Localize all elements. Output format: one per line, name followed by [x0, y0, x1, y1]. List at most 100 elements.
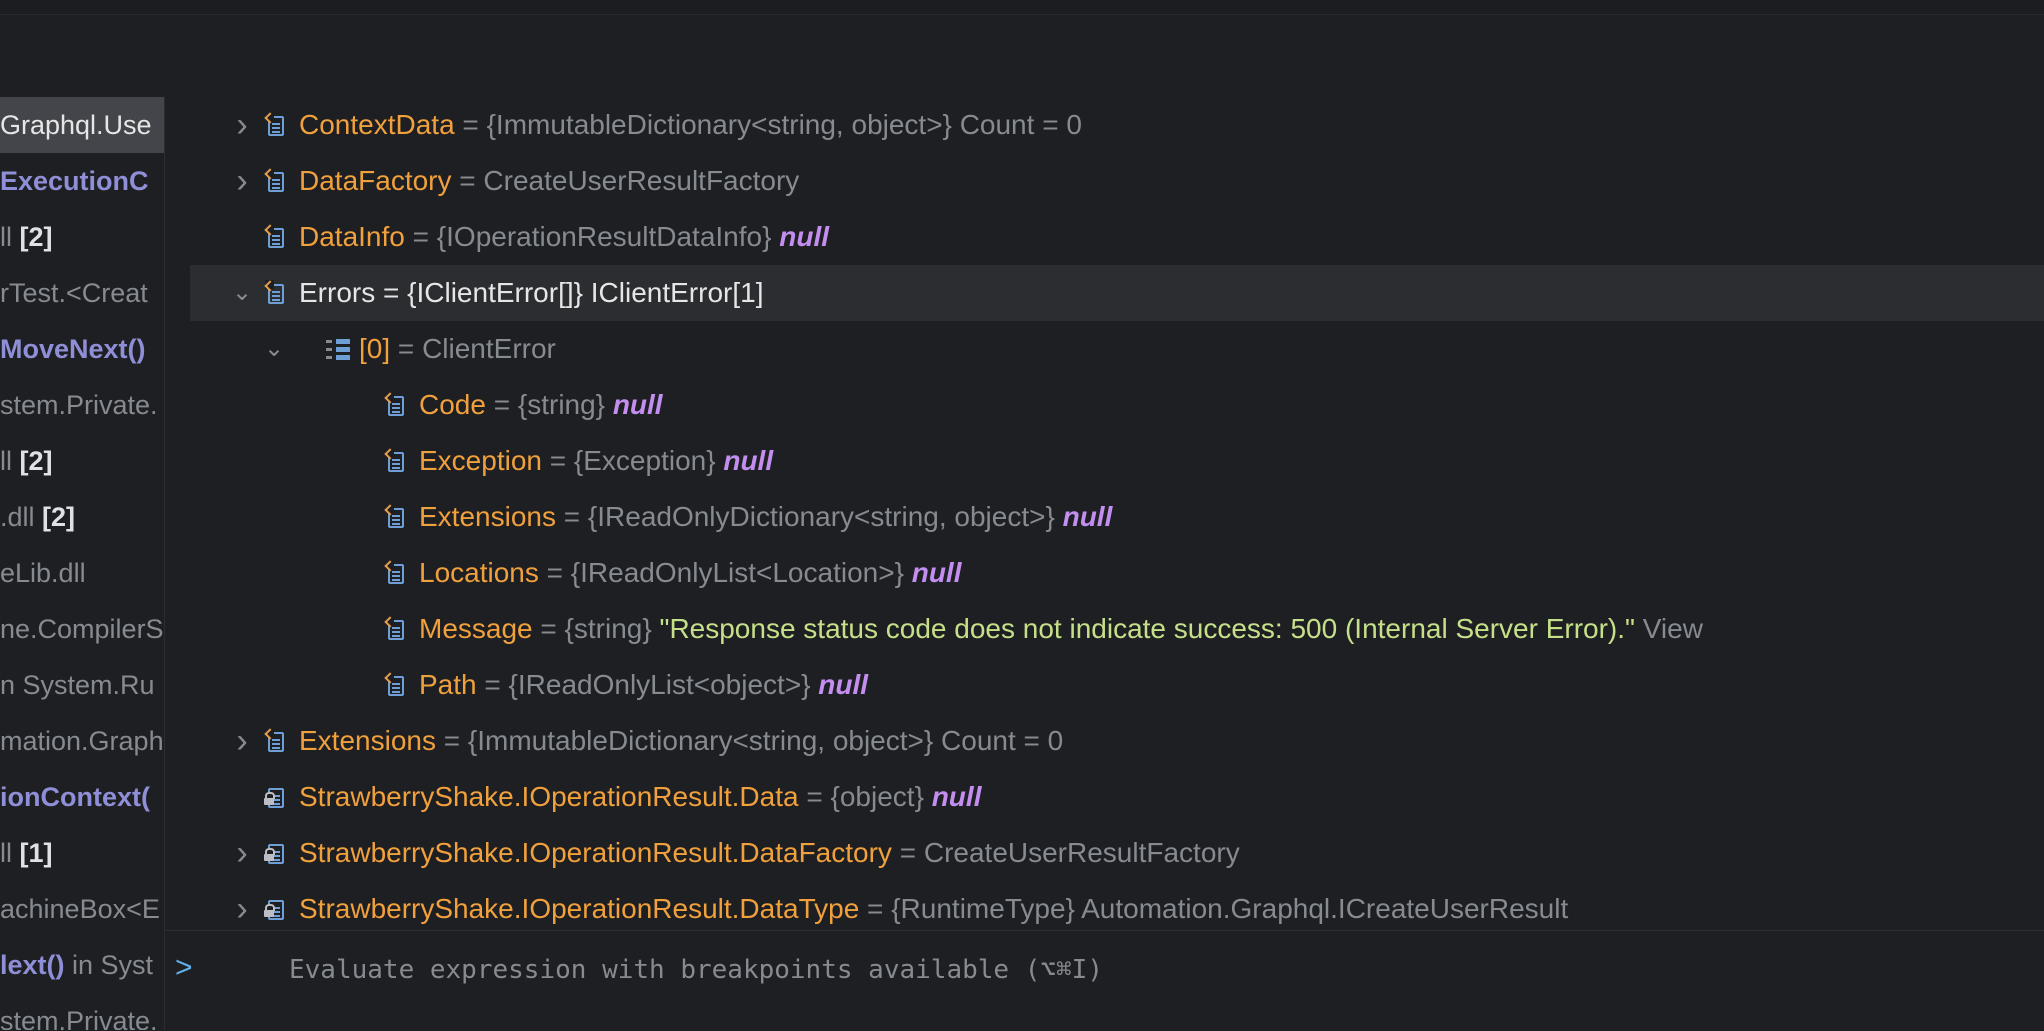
frame-text: .dll	[0, 502, 43, 532]
chevron-right-icon	[230, 209, 254, 265]
frame-method: [2]	[42, 502, 76, 532]
chevron-right-icon[interactable]: ›	[230, 881, 254, 930]
variable-row[interactable]: › StrawberryShake.IOperationResult.DataTy…	[165, 881, 2044, 930]
variable-row[interactable]: StrawberryShake.IOperationResult.Data = …	[165, 769, 2044, 825]
chevron-down-icon[interactable]: ⌄	[262, 321, 286, 377]
private-field-icon	[264, 898, 288, 922]
variable-equals: =	[798, 781, 831, 812]
variable-text: ContextData = {ImmutableDictionary<strin…	[299, 97, 1082, 153]
variables-panel: › ContextData = {ImmutableDictionary<stri…	[165, 97, 2044, 930]
frame-method: MoveNext	[0, 334, 128, 364]
frame-text: ll	[0, 222, 20, 252]
chevron-right-icon[interactable]: ›	[230, 153, 254, 209]
frame-item[interactable]: ExecutionC	[0, 153, 149, 209]
variable-row[interactable]: DataInfo = {IOperationResultDataInfo} nu…	[165, 209, 2044, 265]
field-icon	[265, 168, 288, 194]
variable-equals: =	[451, 165, 484, 196]
variable-name: StrawberryShake.IOperationResult.Data	[299, 781, 799, 812]
variable-name: Locations	[419, 557, 539, 588]
variable-name: Extensions	[419, 501, 556, 532]
variable-value: null	[779, 221, 829, 252]
field-icon	[265, 280, 288, 306]
frame-text: rTest.<Creat	[0, 278, 148, 308]
frame-item[interactable]: MoveNext()	[0, 321, 146, 377]
variable-text: Message = {string} "Response status code…	[419, 601, 1703, 657]
frame-item[interactable]: ne.CompilerS	[0, 601, 164, 657]
variable-row[interactable]: Path = {IReadOnlyList<object>} null	[165, 657, 2044, 713]
frame-item[interactable]: ll [1]	[0, 825, 53, 881]
variable-row[interactable]: Message = {string} "Response status code…	[165, 601, 2044, 657]
variable-type: {object}	[830, 781, 932, 812]
frame-item[interactable]: achineBox<E	[0, 881, 160, 937]
chevron-right-icon[interactable]: ›	[230, 97, 254, 153]
variable-row[interactable]: Extensions = {IReadOnlyDictionary<string…	[165, 489, 2044, 545]
variable-value: null	[1062, 501, 1113, 532]
variable-row[interactable]: Locations = {IReadOnlyList<Location>} nu…	[165, 545, 2044, 601]
variable-equals: =	[476, 669, 509, 700]
variable-equals: =	[555, 501, 588, 532]
private-field-icon	[264, 786, 288, 810]
evaluate-expression-input[interactable]	[287, 947, 1991, 993]
frame-method: ionContext(	[0, 782, 150, 812]
field-icon	[265, 224, 288, 250]
variable-type: {IReadOnlyList<object>}	[508, 669, 819, 700]
variable-text: Extensions = {ImmutableDictionary<string…	[299, 713, 1063, 769]
frame-item[interactable]: eLib.dll	[0, 545, 86, 601]
variable-text: Path = {IReadOnlyList<object>} null	[419, 657, 868, 713]
chevron-right-icon	[230, 769, 254, 825]
frame-item[interactable]: stem.Private.	[0, 993, 158, 1030]
variable-equals: =	[891, 837, 924, 868]
variable-text: Locations = {IReadOnlyList<Location>} nu…	[419, 545, 961, 601]
frame-item[interactable]: Graphql.Use	[0, 97, 164, 153]
frame-item[interactable]: n System.Ru	[0, 657, 155, 713]
variable-type: {IReadOnlyList<Location>}	[570, 557, 912, 588]
variable-row[interactable]: › ContextData = {ImmutableDictionary<stri…	[165, 97, 2044, 153]
variable-row[interactable]: › Extensions = {ImmutableDictionary<strin…	[165, 713, 2044, 769]
variable-text: DataInfo = {IOperationResultDataInfo} nu…	[299, 209, 829, 265]
variable-equals: =	[454, 109, 487, 140]
chevron-right-icon[interactable]: ›	[230, 713, 254, 769]
variable-equals: =	[538, 557, 571, 588]
variable-name: Exception	[419, 445, 542, 476]
frame-item[interactable]: ionContext(	[0, 769, 150, 825]
variable-row[interactable]: ⌄ Errors = {IClientError[]} IClientError[…	[190, 265, 2044, 321]
frame-item[interactable]: lext() in Syst	[0, 937, 153, 993]
variable-name: Code	[419, 389, 486, 420]
frame-item[interactable]: ll [2]	[0, 209, 53, 265]
variable-equals: =	[859, 893, 892, 924]
variable-row[interactable]: Exception = {Exception} null	[165, 433, 2044, 489]
frame-item[interactable]: .dll [2]	[0, 489, 75, 545]
variable-name: StrawberryShake.IOperationResult.DataTyp…	[299, 893, 860, 924]
variable-row[interactable]: Code = {string} null	[165, 377, 2044, 433]
frame-text: eLib.dll	[0, 558, 86, 588]
view-link[interactable]: View	[1635, 613, 1703, 644]
variable-name: Errors = {IClientError[]} IClientError[1…	[299, 277, 764, 308]
frame-text: stem.Private.	[0, 390, 158, 420]
variable-type: {IOperationResultDataInfo}	[436, 221, 780, 252]
debugger-toolbar	[0, 15, 2044, 98]
variable-equals: =	[390, 333, 423, 364]
frame-method: ExecutionC	[0, 166, 149, 196]
frame-item[interactable]: stem.Private.	[0, 377, 158, 433]
variable-equals: =	[435, 725, 468, 756]
variable-type: {ImmutableDictionary<string, object>} Co…	[486, 109, 1082, 140]
evaluate-console: >	[165, 930, 2044, 1031]
variable-equals: =	[404, 221, 437, 252]
chevron-down-icon[interactable]: ⌄	[230, 265, 254, 321]
variable-text: Extensions = {IReadOnlyDictionary<string…	[419, 489, 1112, 545]
frame-item[interactable]: mation.Graph	[0, 713, 164, 769]
variable-name: DataInfo	[299, 221, 405, 252]
frames-panel: Graphql.Use ExecutionC ll [2] rTest.<Creat M…	[0, 97, 165, 1030]
field-icon	[385, 504, 408, 530]
variable-type: {Exception}	[573, 445, 724, 476]
variable-row[interactable]: › StrawberryShake.IOperationResult.DataFa…	[165, 825, 2044, 881]
frame-item[interactable]: ll [2]	[0, 433, 53, 489]
variable-name: [0]	[359, 333, 391, 364]
chevron-right-icon[interactable]: ›	[230, 825, 254, 881]
variable-value: null	[931, 781, 982, 812]
variable-row[interactable]: ⌄ [0] = ClientError	[165, 321, 2044, 377]
variable-row[interactable]: › DataFactory = CreateUserResultFactory	[165, 153, 2044, 209]
frame-text: stem.Private.	[0, 1006, 158, 1030]
frame-method: [2]	[19, 222, 53, 252]
frame-item[interactable]: rTest.<Creat	[0, 265, 148, 321]
